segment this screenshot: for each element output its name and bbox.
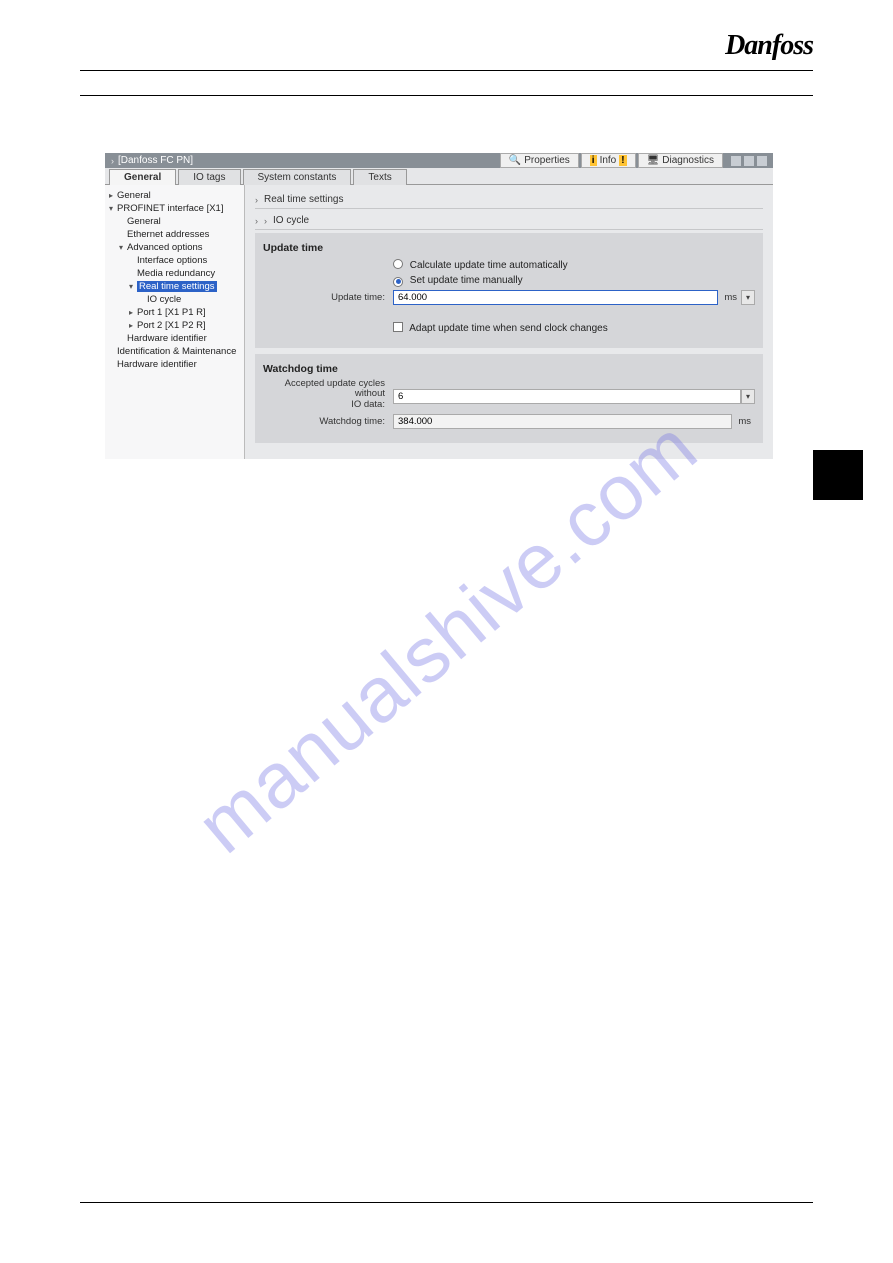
close-icon[interactable]	[757, 156, 767, 166]
watermark-text: manualshive.com	[179, 401, 714, 870]
adapt-checkbox[interactable]	[393, 322, 403, 332]
sidebar-item-real-time-settings[interactable]: ▾Real time settings	[105, 280, 244, 293]
brand-logo: Danfoss	[725, 30, 813, 62]
sidebar-item-hardware-id-2[interactable]: Hardware identifier	[105, 358, 244, 371]
update-time-label: Update time:	[263, 292, 393, 303]
sidebar-item-ident-maint[interactable]: Identification & Maintenance	[105, 345, 244, 358]
sidebar-item-port2[interactable]: ▸Port 2 [X1 P2 R]	[105, 319, 244, 332]
watchdog-time-input[interactable]	[393, 414, 732, 429]
sidebar-item-hardware-id-1[interactable]: Hardware identifier	[105, 332, 244, 345]
info-badge-icon: !	[619, 155, 626, 166]
page-tab-marker	[813, 450, 863, 500]
chevron-right-icon: ›	[255, 216, 258, 226]
main-content: › Real time settings › › IO cycle Update…	[245, 185, 773, 459]
watchdog-title: Watchdog time	[263, 363, 755, 375]
update-time-title: Update time	[263, 242, 755, 254]
watchdog-time-label: Watchdog time:	[263, 416, 393, 427]
radio-manual-label: Set update time manually	[410, 275, 523, 286]
breadcrumb-1: › Real time settings	[255, 191, 763, 209]
minimize-icon[interactable]	[731, 156, 741, 166]
breadcrumb-2: › › IO cycle	[255, 212, 763, 230]
sidebar-item-advanced-options[interactable]: ▾Advanced options	[105, 241, 244, 254]
accepted-cycles-input[interactable]	[393, 389, 741, 404]
diagnostics-button[interactable]: 🖥 Diagnostics	[638, 153, 723, 168]
sidebar-item-general[interactable]: ▸General	[105, 189, 244, 202]
sidebar-item-port1[interactable]: ▸Port 1 [X1 P1 R]	[105, 306, 244, 319]
adapt-checkbox-label: Adapt update time when send clock change…	[409, 323, 607, 334]
tab-io-tags[interactable]: IO tags	[178, 169, 240, 185]
sidebar-item-interface-options[interactable]: Interface options	[105, 254, 244, 267]
header-rule-2	[80, 95, 813, 96]
sidebar-item-ethernet-addresses[interactable]: Ethernet addresses	[105, 228, 244, 241]
screenshot-panel: › [Danfoss FC PN] 🔍 Properties i Info ! …	[105, 153, 773, 448]
accepted-label-2: IO data:	[263, 400, 385, 410]
properties-label: Properties	[524, 155, 570, 166]
radio-manual[interactable]	[393, 277, 403, 287]
diagnostics-label: Diagnostics	[662, 155, 714, 166]
sidebar-item-profinet-interface[interactable]: ▾PROFINET interface [X1]	[105, 202, 244, 215]
sidebar-item-io-cycle[interactable]: IO cycle	[105, 293, 244, 306]
info-label: Info	[600, 155, 617, 166]
chevron-down-icon: ▾	[119, 243, 127, 252]
chevron-down-icon: ▾	[746, 392, 750, 401]
chevron-down-icon: ▾	[746, 293, 750, 302]
properties-button[interactable]: 🔍 Properties	[500, 153, 579, 168]
sidebar-tree: ▸General ▾PROFINET interface [X1] Genera…	[105, 185, 245, 459]
update-time-panel: Update time Calculate update time automa…	[255, 233, 763, 348]
info-icon: i	[590, 155, 597, 166]
chevron-right-icon: ▸	[129, 321, 137, 330]
tab-general[interactable]: General	[109, 169, 176, 185]
update-time-unit: ms	[718, 292, 741, 303]
header-rule-1	[80, 70, 813, 71]
diagnostics-icon: 🖥	[647, 155, 660, 166]
accepted-cycles-dropdown[interactable]: ▾	[741, 389, 755, 404]
radio-auto-label: Calculate update time automatically	[410, 260, 568, 271]
title-arrow-icon: ›	[111, 156, 114, 166]
chevron-right-icon: ›	[264, 216, 267, 226]
maximize-icon[interactable]	[744, 156, 754, 166]
update-time-dropdown[interactable]: ▾	[741, 290, 755, 305]
tab-system-constants[interactable]: System constants	[243, 169, 352, 185]
sidebar-item-media-redundancy[interactable]: Media redundancy	[105, 267, 244, 280]
chevron-right-icon: ▸	[129, 308, 137, 317]
tab-bar: General IO tags System constants Texts	[105, 168, 773, 185]
sidebar-item-pi-general[interactable]: General	[105, 215, 244, 228]
window-titlebar: › [Danfoss FC PN] 🔍 Properties i Info ! …	[105, 153, 773, 168]
footer-rule	[80, 1202, 813, 1203]
radio-auto[interactable]	[393, 259, 403, 269]
tab-texts[interactable]: Texts	[353, 169, 406, 185]
chevron-down-icon: ▾	[109, 204, 117, 213]
window-controls	[731, 156, 767, 166]
update-time-input[interactable]	[393, 290, 718, 305]
watchdog-time-unit: ms	[732, 416, 755, 427]
properties-icon: 🔍	[509, 155, 521, 166]
window-title: [Danfoss FC PN]	[118, 155, 193, 166]
chevron-right-icon: ›	[255, 195, 258, 205]
accepted-label-1: Accepted update cycles without	[263, 379, 385, 400]
info-button[interactable]: i Info !	[581, 153, 636, 168]
chevron-down-icon: ▾	[129, 282, 137, 291]
chevron-right-icon: ▸	[109, 191, 117, 200]
watchdog-panel: Watchdog time Accepted update cycles wit…	[255, 354, 763, 443]
